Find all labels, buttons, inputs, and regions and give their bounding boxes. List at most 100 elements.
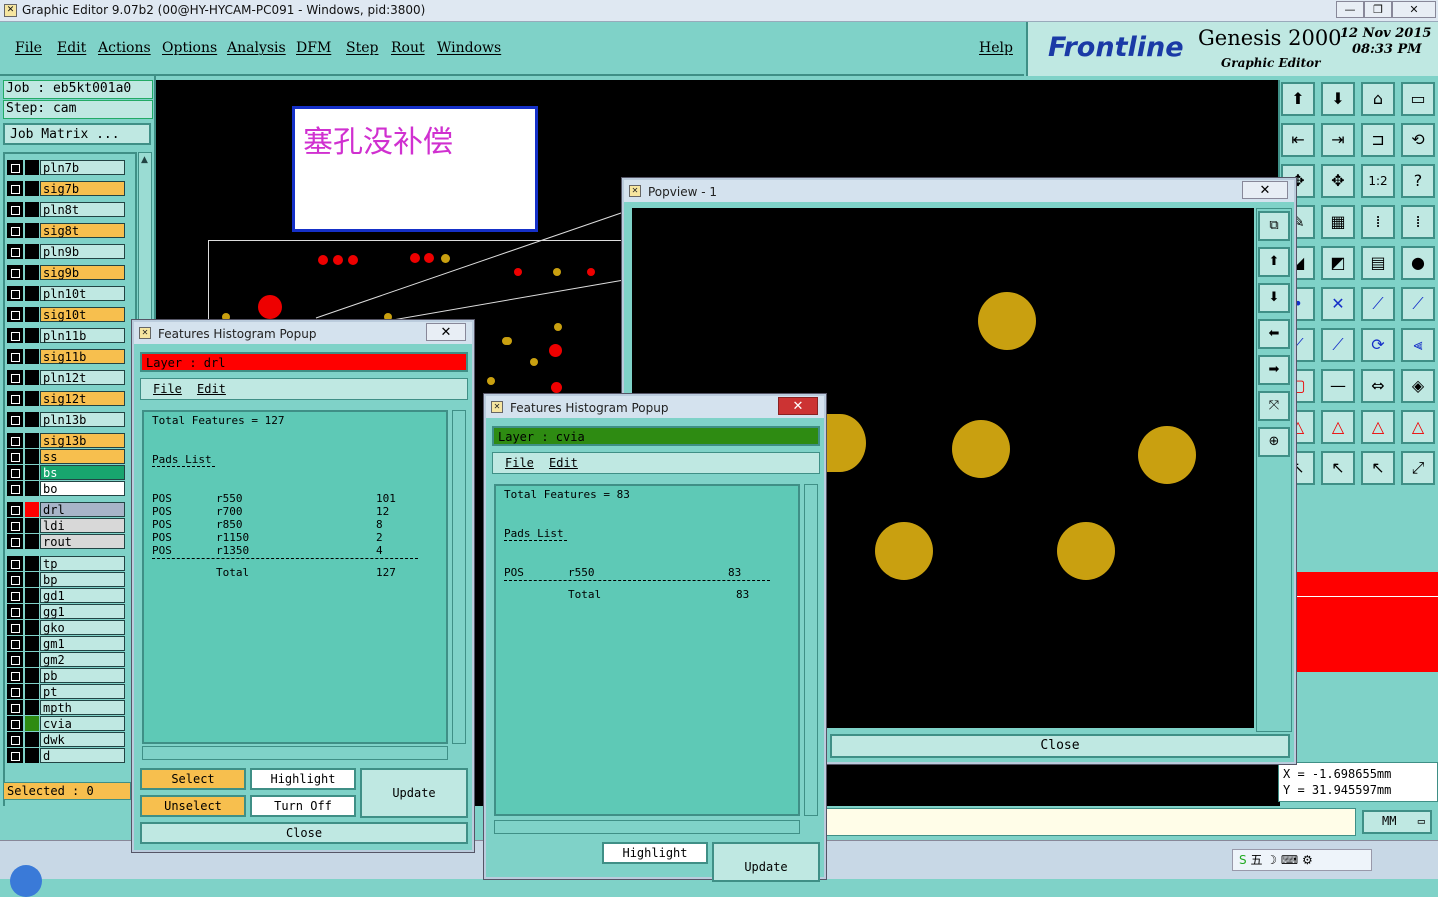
dimension-icon[interactable]: ⇔ [1361, 369, 1395, 403]
layer-checkbox[interactable] [7, 572, 23, 587]
undo-icon[interactable]: ⟲ [1401, 123, 1435, 157]
layer-checkbox[interactable] [7, 160, 23, 175]
layer-row-ldi[interactable]: ldi [7, 518, 125, 533]
arc-icon[interactable]: ⟳ [1361, 328, 1395, 362]
shapes-icon[interactable]: ◈ [1401, 369, 1435, 403]
layer-affected-swatch[interactable] [25, 412, 39, 427]
start-button[interactable] [10, 865, 42, 897]
layer-checkbox[interactable] [7, 412, 23, 427]
triangle-icon[interactable]: △ [1321, 410, 1355, 444]
layer-row-dwk[interactable]: dwk [7, 732, 125, 747]
zoom-home-icon[interactable]: ⧉ [1258, 211, 1290, 241]
layer-affected-swatch[interactable] [25, 286, 39, 301]
layer-row-mpth[interactable]: mpth [7, 700, 125, 715]
layer-checkbox[interactable] [7, 556, 23, 571]
layer-affected-swatch[interactable] [25, 700, 39, 715]
layer-checkbox[interactable] [7, 449, 23, 464]
export-icon[interactable]: ⇥ [1321, 123, 1355, 157]
menu-analysis[interactable]: Analysis [227, 40, 286, 56]
layer-checkbox[interactable] [7, 328, 23, 343]
job-matrix-button[interactable]: Job Matrix ... [3, 123, 151, 145]
zoom-in-icon[interactable]: ⬆ [1258, 247, 1290, 277]
layer-row-pln10t[interactable]: pln10t [7, 286, 125, 301]
layer-row-sig7b[interactable]: sig7b [7, 181, 125, 196]
layer-affected-swatch[interactable] [25, 223, 39, 238]
histogram-cvia-menu-edit[interactable]: Edit [549, 456, 578, 470]
layer-checkbox[interactable] [7, 518, 23, 533]
cross-icon[interactable]: ✕ [1321, 287, 1355, 321]
layer-row-bs[interactable]: bs [7, 465, 125, 480]
layer-checkbox[interactable] [7, 265, 23, 280]
step-icon[interactable]: ⊐ [1361, 123, 1395, 157]
layer-row-pln7b[interactable]: pln7b [7, 160, 125, 175]
layer-checkbox[interactable] [7, 481, 23, 496]
open-icon[interactable]: ⬆ [1281, 82, 1315, 116]
layer-row-ss[interactable]: ss [7, 449, 125, 464]
layer-row-pln11b[interactable]: pln11b [7, 328, 125, 343]
layer-row-pt[interactable]: pt [7, 684, 125, 699]
menu-rout[interactable]: Rout [391, 40, 425, 56]
layer-row-sig13b[interactable]: sig13b [7, 433, 125, 448]
layer-affected-swatch[interactable] [25, 202, 39, 217]
histogram-cvia-close-icon[interactable]: ✕ [778, 397, 818, 415]
layer-row-gm2[interactable]: gm2 [7, 652, 125, 667]
layer-row-bp[interactable]: bp [7, 572, 125, 587]
layer-row-sig8t[interactable]: sig8t [7, 223, 125, 238]
layer-affected-swatch[interactable] [25, 433, 39, 448]
zoom-out-icon[interactable]: ⬇ [1258, 283, 1290, 313]
layer-checkbox[interactable] [7, 202, 23, 217]
layer-checkbox[interactable] [7, 604, 23, 619]
layer-row-pln8t[interactable]: pln8t [7, 202, 125, 217]
layer-row-pln9b[interactable]: pln9b [7, 244, 125, 259]
save-icon[interactable]: ⬇ [1321, 82, 1355, 116]
help-icon[interactable]: ? [1401, 164, 1435, 198]
layer-affected-swatch[interactable] [25, 534, 39, 549]
histogram-cvia-vscroll[interactable] [804, 484, 818, 816]
minimize-button[interactable]: — [1336, 1, 1364, 18]
histogram-cvia-menu-file[interactable]: File [505, 456, 534, 470]
layer-affected-swatch[interactable] [25, 748, 39, 763]
layer-affected-swatch[interactable] [25, 349, 39, 364]
layer-affected-swatch[interactable] [25, 244, 39, 259]
layer-affected-swatch[interactable] [25, 370, 39, 385]
diagonal-icon[interactable]: ⟋ [1321, 328, 1355, 362]
layer-affected-swatch[interactable] [25, 684, 39, 699]
layer-checkbox[interactable] [7, 732, 23, 747]
layer-row-gd1[interactable]: gd1 [7, 588, 125, 603]
snap-icon[interactable]: ⁞ [1361, 205, 1395, 239]
layer-affected-swatch[interactable] [25, 465, 39, 480]
layer-affected-swatch[interactable] [25, 518, 39, 533]
layer-checkbox[interactable] [7, 433, 23, 448]
layer-affected-swatch[interactable] [25, 620, 39, 635]
layer-row-gg1[interactable]: gg1 [7, 604, 125, 619]
update-button[interactable]: Update [712, 842, 820, 882]
update-button[interactable]: Update [360, 768, 468, 818]
layer-row-tp[interactable]: tp [7, 556, 125, 571]
menu-windows[interactable]: Windows [437, 40, 501, 56]
layer-checkbox[interactable] [7, 465, 23, 480]
layer-row-sig11b[interactable]: sig11b [7, 349, 125, 364]
layer-row-rout[interactable]: rout [7, 534, 125, 549]
layer-affected-swatch[interactable] [25, 391, 39, 406]
layer-row-pln12t[interactable]: pln12t [7, 370, 125, 385]
layer-checkbox[interactable] [7, 636, 23, 651]
popview-close-button[interactable]: Close [830, 734, 1290, 758]
select-button[interactable]: Select [140, 768, 246, 790]
maximize-button[interactable]: ❐ [1364, 1, 1392, 18]
layer-affected-swatch[interactable] [25, 572, 39, 587]
ime-toolbar[interactable]: S 五 ☽ ⌨ ⚙ [1232, 849, 1372, 871]
units-selector[interactable]: MM ▭ [1362, 810, 1432, 834]
layer-checkbox[interactable] [7, 684, 23, 699]
scale-icon[interactable]: 1:2 [1361, 164, 1395, 198]
ime-mode-icon[interactable]: 五 ☽ ⌨ ⚙ [1250, 853, 1312, 867]
pan-right-icon[interactable]: ➡ [1258, 355, 1290, 385]
layer-checkbox[interactable] [7, 534, 23, 549]
layer-affected-swatch[interactable] [25, 652, 39, 667]
fit-icon[interactable]: ⤧ [1258, 391, 1290, 421]
layer-row-sig9b[interactable]: sig9b [7, 265, 125, 280]
ruler-icon[interactable]: ▤ [1361, 246, 1395, 280]
grid-toggle-icon[interactable]: ▦ [1321, 205, 1355, 239]
layer-checkbox[interactable] [7, 307, 23, 322]
import-icon[interactable]: ⇤ [1281, 123, 1315, 157]
line-alt-icon[interactable]: ⟋ [1401, 287, 1435, 321]
